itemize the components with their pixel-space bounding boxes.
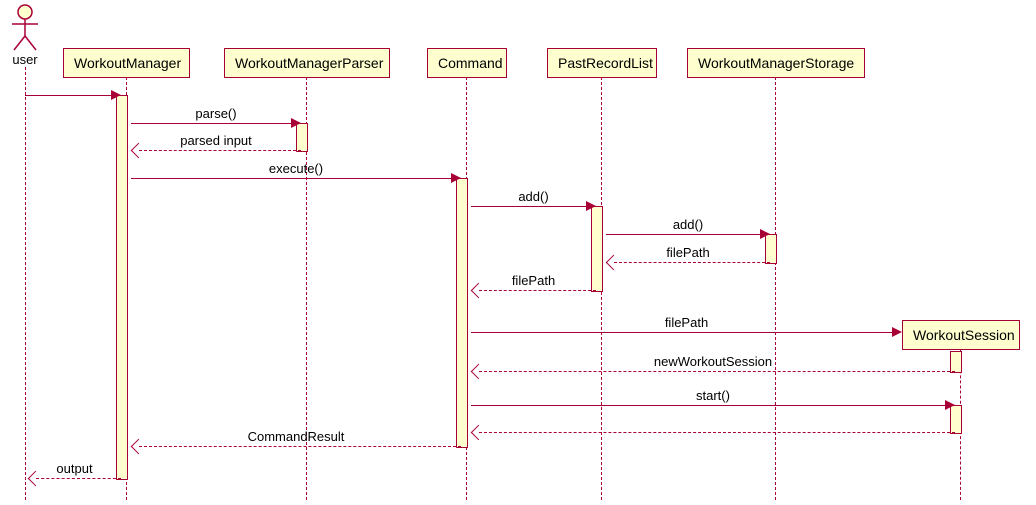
message-line (25, 95, 113, 96)
stickman-icon (8, 4, 42, 52)
message-label: parse() (131, 106, 301, 121)
message-line (479, 432, 955, 433)
message-line (606, 234, 762, 235)
lifeline-user (25, 67, 26, 500)
participant-wmp: WorkoutManagerParser (224, 48, 390, 78)
message-line (471, 206, 588, 207)
message-label: start() (471, 388, 955, 403)
message-label: output (28, 461, 121, 476)
activation-cmd (456, 178, 468, 448)
arrow-right-icon (111, 90, 121, 100)
message-line (471, 332, 894, 333)
message-label: filePath (471, 273, 596, 288)
message-label: parsed input (131, 133, 301, 148)
actor-label: user (8, 52, 42, 67)
message-line (479, 290, 596, 291)
message-line (131, 178, 453, 179)
message-line (614, 262, 770, 263)
participant-ws: WorkoutSession (902, 320, 1020, 350)
message-line (131, 123, 293, 124)
message-label: execute() (131, 161, 461, 176)
participant-wm: WorkoutManager (63, 48, 190, 78)
message-label: filePath (471, 315, 902, 330)
actor-user: user (8, 4, 42, 67)
activation-wm (116, 95, 128, 480)
message-label: add() (471, 189, 596, 204)
message-label: newWorkoutSession (471, 354, 955, 369)
message-label: add() (606, 217, 770, 232)
participant-prl: PastRecordList (547, 48, 657, 78)
message-label: filePath (606, 245, 770, 260)
participant-wms: WorkoutManagerStorage (687, 48, 865, 78)
message-line (36, 478, 121, 479)
message-label: CommandResult (131, 429, 461, 444)
message-line (139, 446, 461, 447)
message-line (139, 150, 301, 151)
lifeline-wms (775, 77, 776, 500)
arrow-left-icon (471, 425, 487, 441)
message-line (479, 371, 955, 372)
message-line (471, 405, 947, 406)
participant-cmd: Command (427, 48, 507, 78)
